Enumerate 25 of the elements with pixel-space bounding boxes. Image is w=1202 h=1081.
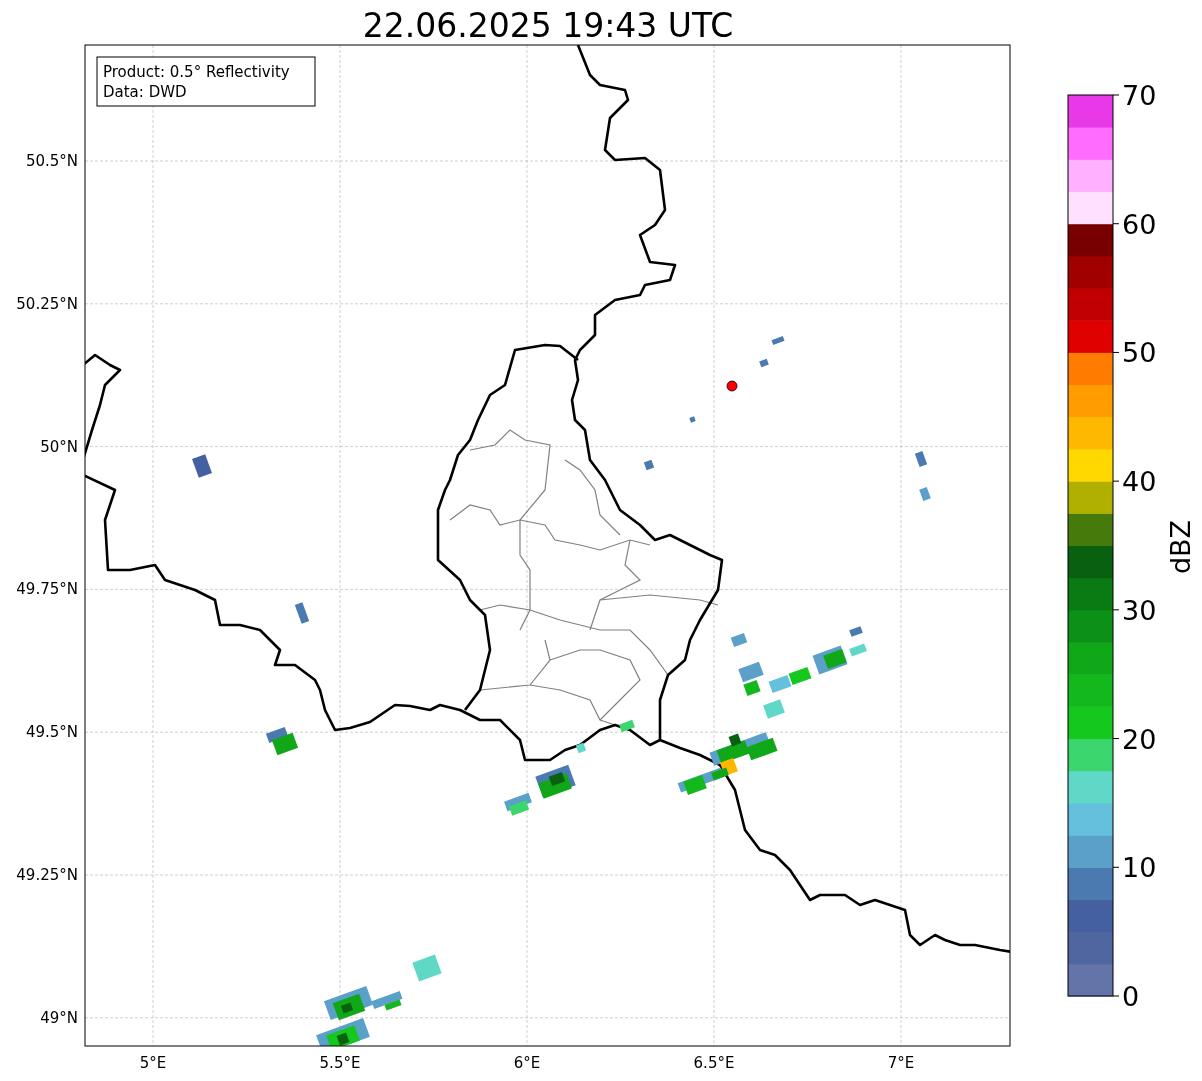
latitude-label: 50.25°N: [16, 294, 78, 313]
colorbar-tick-label: 10: [1122, 852, 1157, 884]
longitude-label: 5°E: [139, 1054, 167, 1072]
colorbar-tick-label: 60: [1122, 208, 1157, 240]
latitude-label: 49.5°N: [25, 723, 78, 742]
longitude-label: 6°E: [513, 1054, 541, 1072]
latitude-label: 50°N: [40, 437, 78, 456]
info-text: Product: 0.5° Reflectivity: [103, 63, 290, 81]
longitude-label: 5.5°E: [319, 1054, 361, 1072]
latitude-label: 49.75°N: [16, 580, 78, 599]
chart-title: 22.06.2025 19:43 UTC: [362, 6, 734, 45]
latitude-label: 50.5°N: [25, 152, 78, 170]
info-text: Data: DWD: [103, 83, 187, 101]
latitude-label: 49°N: [40, 1008, 78, 1027]
longitude-label: 6.5°E: [693, 1054, 735, 1072]
latitude-label: 49.25°N: [16, 866, 78, 884]
colorbar-tick-label: 20: [1122, 723, 1157, 755]
colorbar-tick-label: 70: [1122, 80, 1157, 111]
longitude-label: 7°E: [887, 1054, 915, 1072]
colorbar-label: dBZ: [1165, 519, 1196, 575]
colorbar-tick-label: 40: [1122, 466, 1157, 498]
colorbar-tick-label: 0: [1122, 981, 1140, 1012]
colorbar-tick-label: 50: [1122, 337, 1157, 369]
radar-site-marker: [726, 380, 738, 392]
colorbar-tick-label: 30: [1122, 594, 1157, 626]
